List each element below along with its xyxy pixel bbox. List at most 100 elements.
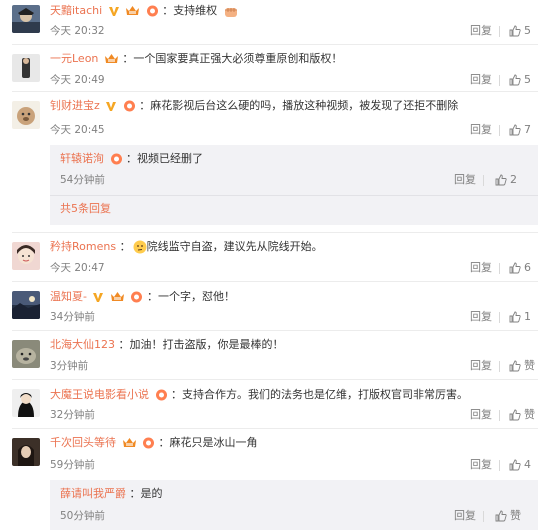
verified-icon xyxy=(108,5,120,17)
comment-text: 加油！打击盗版，你是最棒的！ xyxy=(129,338,284,351)
reply-text: 视频已经删了 xyxy=(137,152,203,165)
avatar[interactable] xyxy=(12,438,40,466)
like-button[interactable]: 赞 xyxy=(495,509,521,523)
vip-crown-icon xyxy=(110,291,125,303)
username-link[interactable]: 一元Leon xyxy=(50,52,98,65)
reply-button[interactable]: 回复 xyxy=(470,73,492,87)
username-link[interactable]: 钊财进宝z xyxy=(50,99,100,112)
reply-time: 50分钟前 xyxy=(60,510,105,522)
username-link[interactable]: 矜持Romens xyxy=(50,240,116,253)
like-button[interactable]: 2 xyxy=(495,173,517,187)
comment-time: 今天 20:45 xyxy=(50,124,105,136)
thumbs-up-icon xyxy=(509,262,521,274)
reply-button[interactable]: 回复 xyxy=(454,509,476,523)
avatar[interactable] xyxy=(12,340,40,368)
separator xyxy=(499,263,500,274)
fan-badge-icon xyxy=(146,5,159,17)
reply-button[interactable]: 回复 xyxy=(454,173,476,187)
comment-item: 一元Leon ：一个国家要真正强大必须尊重原创和版权！ 今天 20:49 回复 … xyxy=(0,45,550,90)
thumbs-up-icon xyxy=(509,311,521,323)
sub-reply-box: 薛请叫我严爵 ：是的 50分钟前 回复 赞 xyxy=(50,480,538,530)
comment-time: 32分钟前 xyxy=(50,409,95,421)
separator xyxy=(499,460,500,471)
separator xyxy=(483,511,484,522)
vip-crown-icon xyxy=(104,53,119,65)
fan-badge-icon xyxy=(123,100,136,112)
fan-badge-icon xyxy=(142,437,155,449)
thumbs-up-icon xyxy=(509,25,521,37)
avatar[interactable] xyxy=(12,242,40,270)
comment-time: 59分钟前 xyxy=(50,459,95,471)
like-button[interactable]: 赞 xyxy=(509,359,535,373)
vip-crown-icon xyxy=(122,437,137,449)
username-link[interactable]: 千次回头等待 xyxy=(50,436,116,449)
reply-button[interactable]: 回复 xyxy=(470,458,492,472)
more-replies-link[interactable]: 共5条回复 xyxy=(60,202,111,216)
username-link[interactable]: 薛请叫我严爵 xyxy=(60,487,126,500)
reply-time: 54分钟前 xyxy=(60,174,105,186)
thumbs-up-icon xyxy=(509,459,521,471)
comment-item: 钊财进宝z ：麻花影视后台这么硬的吗，播放这种视频，被发现了还拒不删除 今天 2… xyxy=(0,92,550,230)
separator xyxy=(499,361,500,372)
thumbs-up-icon xyxy=(509,360,521,372)
comment-text: 麻花影视后台这么硬的吗，播放这种视频，被发现了还拒不删除 xyxy=(150,99,459,112)
separator xyxy=(499,410,500,421)
thumbs-up-icon xyxy=(495,510,507,522)
separator xyxy=(499,312,500,323)
username-link[interactable]: 温知夏- xyxy=(50,290,87,303)
thinking-emoji-icon xyxy=(133,240,147,254)
separator xyxy=(499,26,500,37)
avatar[interactable] xyxy=(12,5,40,33)
like-button[interactable]: 赞 xyxy=(509,408,535,422)
fist-emoji-icon xyxy=(223,5,239,18)
separator xyxy=(499,125,500,136)
fan-badge-icon xyxy=(110,153,123,165)
reply-button[interactable]: 回复 xyxy=(470,261,492,275)
separator xyxy=(499,75,500,86)
avatar[interactable] xyxy=(12,291,40,319)
avatar[interactable] xyxy=(12,54,40,82)
username-link[interactable]: 大魔王说电影看小说 xyxy=(50,388,149,401)
comment-time: 今天 20:47 xyxy=(50,262,105,274)
like-button[interactable]: 5 xyxy=(509,24,531,38)
divider xyxy=(50,195,538,196)
thumbs-up-icon xyxy=(495,174,507,186)
reply-button[interactable]: 回复 xyxy=(470,310,492,324)
comment-text: 院线监守自盗，建议先从院线开始。 xyxy=(146,240,323,253)
like-button[interactable]: 7 xyxy=(509,123,531,137)
comment-text: 一个字，怼他！ xyxy=(157,290,235,303)
reply-button[interactable]: 回复 xyxy=(470,408,492,422)
comment-item: 温知夏- ：一个字，怼他！ 34分钟前 回复 1 xyxy=(0,282,550,330)
reply-button[interactable]: 回复 xyxy=(470,123,492,137)
fan-badge-icon xyxy=(155,389,168,401)
comment-text: 支持合作方。我们的法务也是亿维，打版权官司非常厉害。 xyxy=(182,388,468,401)
username-link[interactable]: 天黯itachi xyxy=(50,4,102,17)
like-button[interactable]: 4 xyxy=(509,458,531,472)
like-button[interactable]: 1 xyxy=(509,310,531,324)
comment-time: 34分钟前 xyxy=(50,311,95,323)
thumbs-up-icon xyxy=(509,409,521,421)
thumbs-up-icon xyxy=(509,124,521,136)
comment-text: 支持维权 xyxy=(173,4,218,17)
avatar[interactable] xyxy=(12,389,40,417)
comment-item: 大魔王说电影看小说 ：支持合作方。我们的法务也是亿维，打版权官司非常厉害。 32… xyxy=(0,380,550,428)
username-link[interactable]: 轩辕诺洵 xyxy=(60,152,104,165)
like-button[interactable]: 5 xyxy=(509,73,531,87)
username-link[interactable]: 北海大仙123 xyxy=(50,338,115,351)
reply-button[interactable]: 回复 xyxy=(470,359,492,373)
comment-item: 矜持Romens ：院线监守自盗，建议先从院线开始。 今天 20:47 回复 6 xyxy=(0,233,550,281)
sub-reply-box: 轩辕诺洵 ：视频已经删了 54分钟前 回复 2 共5条回复 xyxy=(50,145,538,225)
comment-item: 北海大仙123 ：加油！打击盗版，你是最棒的！ 3分钟前 回复 赞 xyxy=(0,331,550,379)
separator xyxy=(483,175,484,186)
comment-time: 今天 20:32 xyxy=(50,25,105,37)
fan-badge-icon xyxy=(130,291,143,303)
comment-time: 今天 20:49 xyxy=(50,74,105,86)
reply-text: 是的 xyxy=(140,487,163,500)
reply-button[interactable]: 回复 xyxy=(470,24,492,38)
vip-crown-icon xyxy=(125,5,140,17)
avatar[interactable] xyxy=(12,101,40,129)
like-button[interactable]: 6 xyxy=(509,261,531,275)
comment-time: 3分钟前 xyxy=(50,360,89,372)
comment-item: 千次回头等待 ：麻花只是冰山一角 59分钟前 回复 4 薛请叫我严爵 ：是的 5… xyxy=(0,429,550,530)
comment-text: 一个国家要真正强大必须尊重原创和版权！ xyxy=(133,52,343,65)
